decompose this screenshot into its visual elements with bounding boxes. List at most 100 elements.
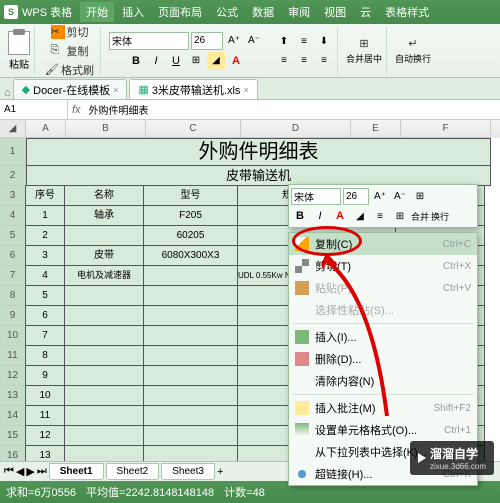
title-cell[interactable]: 外购件明细表 — [26, 138, 491, 166]
menu-insert[interactable]: 插入 — [116, 2, 150, 22]
border-button[interactable]: ⊞ — [187, 52, 205, 70]
watermark-brand: 溜溜自学 — [430, 445, 486, 462]
mini-border[interactable]: ⊞ — [391, 207, 409, 225]
align-bot[interactable]: ⬇ — [315, 32, 333, 50]
menu-tablestyle[interactable]: 表格样式 — [379, 2, 435, 22]
ctx-delete[interactable]: 删除(D)... — [289, 348, 477, 370]
col-header[interactable]: E — [351, 120, 401, 138]
bold-button[interactable]: B — [127, 52, 145, 70]
mini-fontcolor[interactable]: A — [331, 207, 349, 225]
add-sheet-button[interactable]: + — [217, 466, 223, 478]
menu-start[interactable]: 开始 — [80, 2, 114, 22]
mini-fontsize-up[interactable]: A⁺ — [371, 187, 389, 205]
mini-fillcolor[interactable]: ◢ — [351, 207, 369, 225]
titlebar: S WPS 表格 开始 插入 页面布局 公式 数据 审阅 视图 云 表格样式 — [0, 0, 500, 24]
ctx-comment[interactable]: 插入批注(M)Shift+F2 — [289, 397, 477, 419]
ctx-clear[interactable]: 清除内容(N) — [289, 370, 477, 392]
app-name: WPS 表格 — [22, 4, 72, 20]
ctx-insert[interactable]: 插入(I)... — [289, 326, 477, 348]
close-icon[interactable]: × — [243, 85, 248, 95]
wps-logo: S — [4, 5, 18, 19]
align-top[interactable]: ⬆ — [275, 32, 293, 50]
fontsize-down[interactable]: A⁻ — [245, 32, 263, 50]
sheet-nav-next[interactable]: ▶ — [26, 465, 34, 478]
select-all-corner[interactable]: ◢ — [0, 120, 26, 138]
mini-italic[interactable]: I — [311, 207, 329, 225]
menu-layout[interactable]: 页面布局 — [152, 2, 208, 22]
paste-icon[interactable] — [8, 31, 30, 55]
italic-button[interactable]: I — [147, 52, 165, 70]
mini-bold[interactable]: B — [291, 207, 309, 225]
sheet-tab[interactable]: Sheet2 — [106, 463, 160, 480]
menu-review[interactable]: 审阅 — [282, 2, 316, 22]
column-headers: ◢ A B C D E F — [0, 120, 500, 138]
ctx-format[interactable]: 设置单元格格式(O)...Ctrl+1 — [289, 419, 477, 441]
cut-icon — [295, 259, 309, 273]
play-icon — [418, 453, 426, 463]
mini-fontsize-down[interactable]: A⁻ — [391, 187, 409, 205]
mini-font-select[interactable] — [291, 188, 341, 205]
ctx-cut[interactable]: 剪切(T)Ctrl+X — [289, 255, 477, 277]
col-header[interactable]: D — [241, 120, 351, 138]
mini-merge[interactable]: ⊞ — [411, 187, 429, 205]
sheet-nav-prev[interactable]: ◀ — [16, 465, 24, 478]
formula-input[interactable]: 外购件明细表 — [85, 102, 500, 117]
col-header[interactable]: F — [401, 120, 491, 138]
ctx-paste[interactable]: 粘贴(P)Ctrl+V — [289, 277, 477, 299]
subtitle-cell[interactable]: 皮带输送机 — [26, 166, 491, 186]
menu-data[interactable]: 数据 — [246, 2, 280, 22]
fx-icon[interactable]: fx — [68, 104, 85, 116]
fontcolor-button[interactable]: A — [227, 52, 245, 70]
align-mid[interactable]: ≡ — [295, 32, 313, 50]
paste-icon — [295, 281, 309, 295]
sheet-nav-last[interactable]: ⏭ — [37, 465, 47, 478]
ctx-copy[interactable]: 复制(C)Ctrl+C — [289, 233, 477, 255]
wrap-button[interactable]: ↵ — [406, 36, 419, 51]
menu-view[interactable]: 视图 — [318, 2, 352, 22]
merge-label: 合并居中 — [346, 52, 382, 65]
sheet-tab[interactable]: Sheet1 — [49, 463, 104, 480]
font-family-select[interactable] — [109, 32, 189, 50]
status-sum: 求和=6万0556 — [6, 484, 76, 500]
table-row: 1外购件明细表 — [0, 138, 500, 166]
underline-button[interactable]: U — [167, 52, 185, 70]
status-avg: 平均值=2242.8148148148 — [86, 484, 214, 500]
col-header[interactable]: C — [146, 120, 241, 138]
blank-icon — [295, 303, 309, 317]
fontsize-up[interactable]: A⁺ — [225, 32, 243, 50]
menu-cloud[interactable]: 云 — [354, 2, 377, 22]
merge-button[interactable]: ⊞ — [357, 36, 370, 51]
menu-formula[interactable]: 公式 — [210, 2, 244, 22]
comment-icon — [295, 401, 309, 415]
sheet-nav-first[interactable]: ⏮ — [4, 465, 14, 478]
align-right[interactable]: ≡ — [315, 51, 333, 69]
col-header[interactable]: A — [26, 120, 66, 138]
font-size-select[interactable] — [191, 32, 223, 50]
col-header[interactable]: B — [66, 120, 146, 138]
mini-size-select[interactable] — [343, 188, 369, 205]
align-center[interactable]: ≡ — [295, 51, 313, 69]
table-row: 2皮带输送机 — [0, 166, 500, 186]
mini-merge-label[interactable]: 合并 — [411, 210, 429, 223]
close-icon[interactable]: × — [113, 85, 118, 95]
mini-wrap-label[interactable]: 换行 — [431, 210, 449, 223]
copy-button[interactable]: ⎘复制 — [49, 42, 91, 60]
merge-group: ⊞ 合并居中 — [342, 27, 387, 75]
cut-button[interactable]: ✂剪切 — [49, 23, 91, 41]
formatpainter-button[interactable]: 🖌格式刷 — [43, 61, 96, 79]
tabnav-icon[interactable]: ⌂ — [4, 87, 11, 99]
status-count: 计数=48 — [224, 484, 265, 500]
name-box[interactable]: A1 — [0, 100, 68, 119]
sheet-tab[interactable]: Sheet3 — [161, 463, 215, 480]
fillcolor-button[interactable]: ◢ — [207, 52, 225, 70]
ctx-paste-special[interactable]: 选择性粘贴(S)... — [289, 299, 477, 321]
align-left[interactable]: ≡ — [275, 51, 293, 69]
watermark-url: zixue.3d66.com — [430, 462, 486, 471]
format-icon — [295, 423, 309, 437]
mini-align[interactable]: ≡ — [371, 207, 389, 225]
tab-workbook[interactable]: ▦3米皮带输送机.xls× — [129, 79, 257, 99]
paste-label: 粘贴 — [9, 56, 29, 71]
tab-docer[interactable]: ◆Docer-在线模板× — [13, 79, 128, 99]
wrap-label: 自动换行 — [395, 52, 431, 65]
document-tabs: ⌂ ◆Docer-在线模板× ▦3米皮带输送机.xls× — [0, 78, 500, 100]
